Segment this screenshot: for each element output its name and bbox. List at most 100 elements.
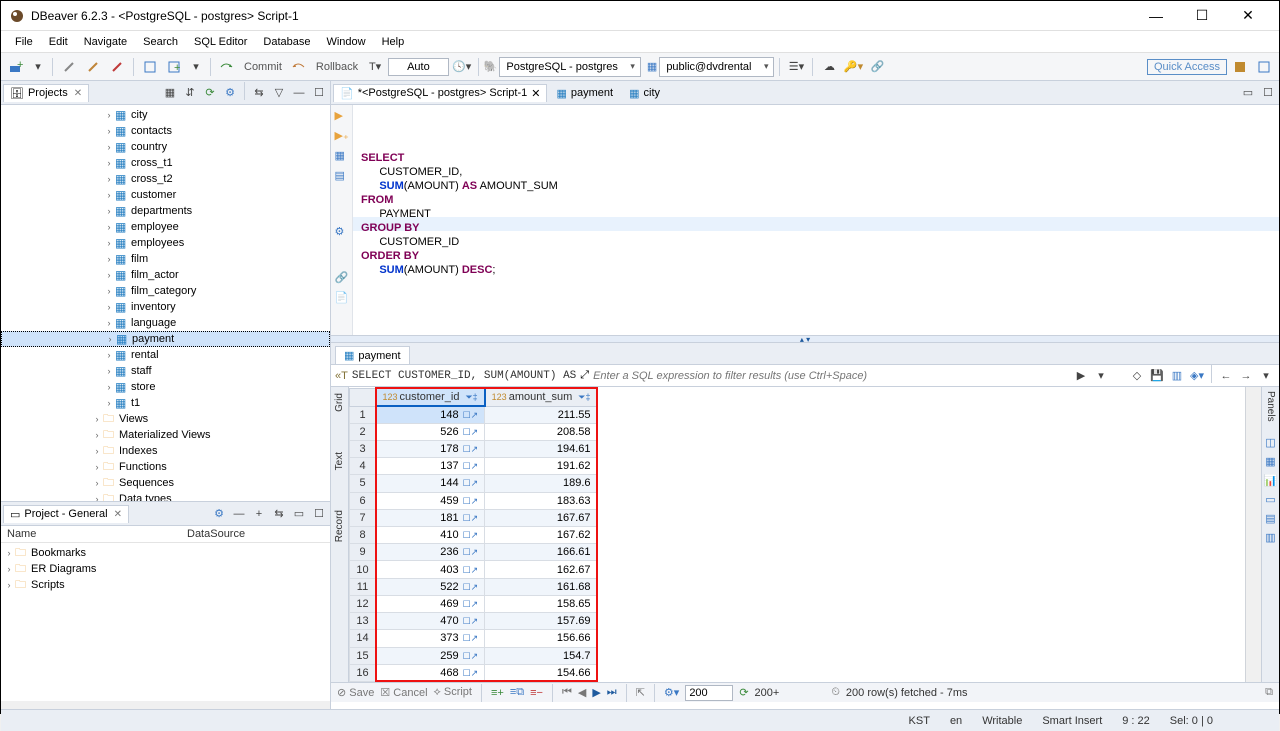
menu-database[interactable]: Database	[255, 36, 318, 48]
minimize-button[interactable]: —	[1133, 1, 1179, 31]
sql-new-icon[interactable]: +	[163, 56, 185, 78]
script-btn[interactable]: ⟡ Script	[434, 686, 472, 699]
nav-fwd-icon[interactable]: →	[1237, 365, 1255, 387]
sash-expand[interactable]: ▴ ▾	[331, 335, 1279, 343]
tree-folder-sequences[interactable]: ›🗀Sequences	[1, 475, 330, 491]
table-row[interactable]: 12469☐↗158.65	[350, 595, 598, 612]
save-icon[interactable]	[335, 245, 349, 265]
menu-edit[interactable]: Edit	[41, 36, 76, 48]
table-row[interactable]: 3178☐↗194.61	[350, 440, 598, 457]
dropdown-icon[interactable]: ▾	[29, 56, 47, 78]
table-row[interactable]: 11522☐↗161.68	[350, 578, 598, 595]
table-row[interactable]: 10403☐↗162.67	[350, 561, 598, 578]
run-icon[interactable]: ▶	[335, 109, 349, 123]
save-btn[interactable]: ⊘ Save	[337, 686, 374, 699]
tree-table-staff[interactable]: ›▦staff	[1, 363, 330, 379]
payment-tab[interactable]: ▦ payment	[549, 84, 620, 102]
results-grid[interactable]: 123customer_id⏷‡ 123amount_sum⏷‡ 1148☐↗2…	[349, 387, 598, 682]
first-page-icon[interactable]: ⏮	[562, 686, 572, 699]
city-tab[interactable]: ▦ city	[622, 84, 667, 102]
maximize-icon[interactable]: ☐	[1259, 82, 1277, 104]
meta-icon[interactable]: ▥	[1265, 531, 1275, 544]
export-icon[interactable]: ▤	[335, 169, 349, 183]
table-row[interactable]: 8410☐↗167.62	[350, 527, 598, 544]
detach-icon[interactable]: ⧉	[1265, 686, 1273, 699]
prev-page-icon[interactable]: ◀	[578, 686, 586, 699]
col-amount-sum[interactable]: 123amount_sum⏷‡	[485, 388, 597, 406]
view-menu-icon[interactable]: ▽	[270, 82, 288, 104]
panel-icon[interactable]: ▥	[1168, 365, 1186, 387]
tree-table-store[interactable]: ›▦store	[1, 379, 330, 395]
row-add-icon[interactable]: ≡+	[491, 687, 504, 699]
rows-count[interactable]: 200+	[755, 687, 780, 699]
filter-input[interactable]	[593, 367, 1068, 385]
table-row[interactable]: 16468☐↗154.66	[350, 664, 598, 681]
table-row[interactable]: 7181☐↗167.67	[350, 509, 598, 526]
tree-table-t1[interactable]: ›▦t1	[1, 395, 330, 411]
maximize-icon[interactable]: ☐	[310, 82, 328, 104]
minimize-icon[interactable]: ▭	[1239, 82, 1257, 104]
cloud-icon[interactable]: ☁	[818, 56, 840, 78]
refetch-icon[interactable]: ⟳	[739, 686, 748, 699]
tree-table-country[interactable]: ›▦country	[1, 139, 330, 155]
invalidate-icon[interactable]	[106, 56, 128, 78]
table-row[interactable]: 9236☐↗166.61	[350, 544, 598, 561]
project-general-tab[interactable]: ▭ Project - General ✕	[3, 505, 129, 523]
db-tree[interactable]: ›▦city›▦contacts›▦country›▦cross_t1›▦cro…	[1, 105, 330, 501]
minimize-icon[interactable]: —	[230, 503, 248, 525]
tree-table-payment[interactable]: ›▦payment	[1, 331, 330, 347]
perspective-open-icon[interactable]	[1253, 56, 1275, 78]
table-row[interactable]: 6459☐↗183.63	[350, 492, 598, 509]
auto-button[interactable]: Auto	[388, 58, 449, 76]
rollback-icon[interactable]	[288, 56, 310, 78]
disconnect-icon[interactable]	[82, 56, 104, 78]
refs-icon[interactable]: ▤	[1265, 512, 1275, 525]
table-row[interactable]: 5144☐↗189.6	[350, 475, 598, 492]
export-icon[interactable]: ⇱	[636, 686, 645, 699]
project-tree[interactable]: ›🗀Bookmarks›🗀ER Diagrams›🗀Scripts	[1, 543, 330, 701]
connection-combo[interactable]: PostgreSQL - postgres	[499, 57, 640, 77]
commit-label[interactable]: Commit	[240, 61, 286, 73]
sql-editor-icon[interactable]	[139, 56, 161, 78]
erase-icon[interactable]: ◇	[1128, 365, 1146, 387]
menu-search[interactable]: Search	[135, 36, 186, 48]
perspective-db-icon[interactable]	[1229, 56, 1251, 78]
maximize-button[interactable]: ☐	[1179, 1, 1225, 31]
filter-icon[interactable]: ⇵	[181, 82, 199, 104]
next-page-icon[interactable]: ▶	[592, 686, 600, 699]
tree-table-cross_t1[interactable]: ›▦cross_t1	[1, 155, 330, 171]
project-item-scripts[interactable]: ›🗀Scripts	[1, 577, 330, 593]
sql-text-area[interactable]: SELECT CUSTOMER_ID, SUM(AMOUNT) AS AMOUN…	[353, 105, 1279, 335]
tree-table-film_category[interactable]: ›▦film_category	[1, 283, 330, 299]
gear-icon[interactable]: ⚙	[210, 503, 228, 525]
save-filter-icon[interactable]: 💾	[1148, 365, 1166, 387]
nav-back-icon[interactable]: ←	[1217, 365, 1235, 387]
grid-icon[interactable]: ▦	[161, 82, 179, 104]
table-row[interactable]: 13470☐↗157.69	[350, 613, 598, 630]
menu-navigate[interactable]: Navigate	[76, 36, 135, 48]
script-tab[interactable]: 📄 *<PostgreSQL - postgres> Script-1 ✕	[333, 84, 547, 102]
project-item-bookmarks[interactable]: ›🗀Bookmarks	[1, 545, 330, 561]
side-grid-tab[interactable]: Grid	[334, 393, 345, 412]
result-tab-payment[interactable]: ▦ payment	[335, 346, 410, 364]
commit-icon[interactable]	[216, 56, 238, 78]
link-editor-icon[interactable]: ⇆	[250, 82, 268, 104]
table-row[interactable]: 4137☐↗191.62	[350, 458, 598, 475]
config-icon[interactable]: ⚙▾	[664, 686, 679, 699]
tree-table-film_actor[interactable]: ›▦film_actor	[1, 267, 330, 283]
last-page-icon[interactable]: ⏭	[607, 686, 617, 699]
apply-filter-icon[interactable]: ▶	[1072, 365, 1090, 387]
tx-mode-icon[interactable]: T▾	[364, 56, 386, 78]
tree-table-departments[interactable]: ›▦departments	[1, 203, 330, 219]
clock-icon[interactable]: 🕓▾	[451, 56, 473, 78]
explain-icon[interactable]: ▦	[335, 149, 349, 163]
rollback-label[interactable]: Rollback	[312, 61, 362, 73]
vertical-scrollbar[interactable]	[1245, 387, 1261, 682]
add-icon[interactable]: +	[250, 503, 268, 525]
refresh-icon[interactable]: ⟳	[201, 82, 219, 104]
filter-dropdown-icon[interactable]: ▾	[1092, 365, 1110, 387]
dropdown-icon[interactable]: ▾	[187, 56, 205, 78]
menu-sql-editor[interactable]: SQL Editor	[186, 36, 255, 48]
page-size-input[interactable]	[685, 685, 733, 701]
link-editor-icon[interactable]: ⇆	[270, 503, 288, 525]
